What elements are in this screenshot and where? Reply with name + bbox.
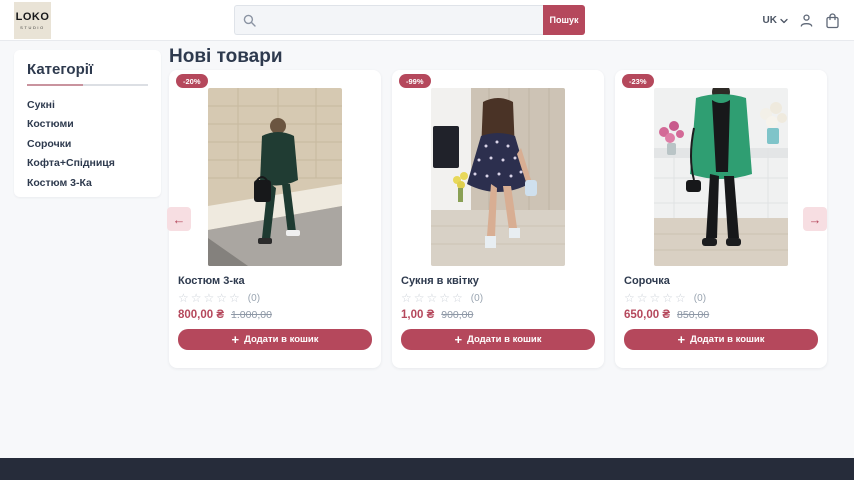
plus-icon: + bbox=[677, 333, 685, 346]
add-to-cart-label: Додати в кошик bbox=[467, 334, 541, 345]
cart-button[interactable] bbox=[825, 13, 840, 29]
sidebar-item-3piece-suit[interactable]: Костюм 3-Ка bbox=[27, 173, 148, 193]
search-input[interactable] bbox=[262, 15, 535, 26]
page: LOKO STUDIO Пошук UK bbox=[0, 0, 854, 480]
product-image bbox=[208, 88, 342, 266]
rating-count: (0) bbox=[694, 293, 706, 304]
product-title: Сукня в квітку bbox=[401, 275, 595, 287]
discount-badge: -20% bbox=[176, 74, 208, 88]
price-row: 800,00 ₴ 1.000,00 bbox=[178, 309, 372, 321]
logo-text: LOKO bbox=[16, 12, 50, 23]
discount-badge: -23% bbox=[622, 74, 654, 88]
plus-icon: + bbox=[231, 333, 239, 346]
product-image bbox=[654, 88, 788, 266]
logo-subtext: STUDIO bbox=[20, 25, 45, 30]
current-price: 650,00 ₴ bbox=[624, 309, 670, 321]
sidebar-item-dresses[interactable]: Сукні bbox=[27, 95, 148, 115]
product-card[interactable]: -99% bbox=[392, 70, 604, 368]
add-to-cart-label: Додати в кошик bbox=[244, 334, 318, 345]
product-info: Сукня в квітку ☆☆☆☆☆ (0) 1,00 ₴ 900,00 +… bbox=[392, 266, 604, 350]
add-to-cart-button[interactable]: + Додати в кошик bbox=[401, 329, 595, 350]
rating-count: (0) bbox=[248, 293, 260, 304]
header-actions: UK bbox=[763, 0, 840, 41]
chevron-down-icon bbox=[780, 18, 788, 24]
sidebar-item-suits[interactable]: Костюми bbox=[27, 115, 148, 135]
product-grid: -20% bbox=[169, 70, 827, 368]
page-title: Нові товари bbox=[169, 46, 283, 68]
search-icon bbox=[243, 14, 256, 27]
star-rating-icons: ☆☆☆☆☆ bbox=[401, 292, 465, 304]
product-card[interactable]: -20% bbox=[169, 70, 381, 368]
old-price: 850,00 bbox=[677, 309, 709, 321]
price-row: 1,00 ₴ 900,00 bbox=[401, 309, 595, 321]
product-image bbox=[431, 88, 565, 266]
current-price: 1,00 ₴ bbox=[401, 309, 434, 321]
add-to-cart-label: Додати в кошик bbox=[690, 334, 764, 345]
divider bbox=[27, 84, 148, 86]
carousel-prev-button[interactable]: ← bbox=[167, 207, 191, 231]
rating: ☆☆☆☆☆ (0) bbox=[624, 292, 818, 304]
discount-badge: -99% bbox=[399, 74, 431, 88]
product-info: Костюм 3-ка ☆☆☆☆☆ (0) 800,00 ₴ 1.000,00 … bbox=[169, 266, 381, 350]
sidebar-item-shirts[interactable]: Сорочки bbox=[27, 134, 148, 154]
search-button[interactable]: Пошук bbox=[543, 5, 585, 35]
product-title: Костюм 3-ка bbox=[178, 275, 372, 287]
rating: ☆☆☆☆☆ (0) bbox=[178, 292, 372, 304]
header: LOKO STUDIO Пошук UK bbox=[0, 0, 854, 41]
user-icon bbox=[799, 13, 814, 28]
footer bbox=[0, 458, 854, 480]
price-row: 650,00 ₴ 850,00 bbox=[624, 309, 818, 321]
product-title: Сорочка bbox=[624, 275, 818, 287]
cart-bag-icon bbox=[825, 13, 840, 29]
logo[interactable]: LOKO STUDIO bbox=[14, 2, 51, 39]
product-info: Сорочка ☆☆☆☆☆ (0) 650,00 ₴ 850,00 + Дода… bbox=[615, 266, 827, 350]
search-bar: Пошук bbox=[234, 5, 585, 35]
current-price: 800,00 ₴ bbox=[178, 309, 224, 321]
old-price: 900,00 bbox=[441, 309, 473, 321]
categories-panel: Категорії Сукні Костюми Сорочки Кофта+Сп… bbox=[14, 50, 161, 197]
language-selector[interactable]: UK bbox=[763, 15, 788, 26]
account-button[interactable] bbox=[799, 13, 814, 28]
old-price: 1.000,00 bbox=[231, 309, 272, 321]
product-card[interactable]: -23% bbox=[615, 70, 827, 368]
arrow-right-icon: → bbox=[809, 212, 822, 227]
add-to-cart-button[interactable]: + Додати в кошик bbox=[624, 329, 818, 350]
search-input-wrapper bbox=[234, 5, 543, 35]
star-rating-icons: ☆☆☆☆☆ bbox=[624, 292, 688, 304]
sidebar-item-top-skirt[interactable]: Кофта+Спідниця bbox=[27, 154, 148, 174]
carousel-next-button[interactable]: → bbox=[803, 207, 827, 231]
star-rating-icons: ☆☆☆☆☆ bbox=[178, 292, 242, 304]
rating-count: (0) bbox=[471, 293, 483, 304]
arrow-left-icon: ← bbox=[173, 212, 186, 227]
categories-title: Категорії bbox=[27, 61, 148, 78]
rating: ☆☆☆☆☆ (0) bbox=[401, 292, 595, 304]
plus-icon: + bbox=[454, 333, 462, 346]
category-list: Сукні Костюми Сорочки Кофта+Спідниця Кос… bbox=[27, 95, 148, 193]
add-to-cart-button[interactable]: + Додати в кошик bbox=[178, 329, 372, 350]
language-label: UK bbox=[763, 15, 777, 26]
